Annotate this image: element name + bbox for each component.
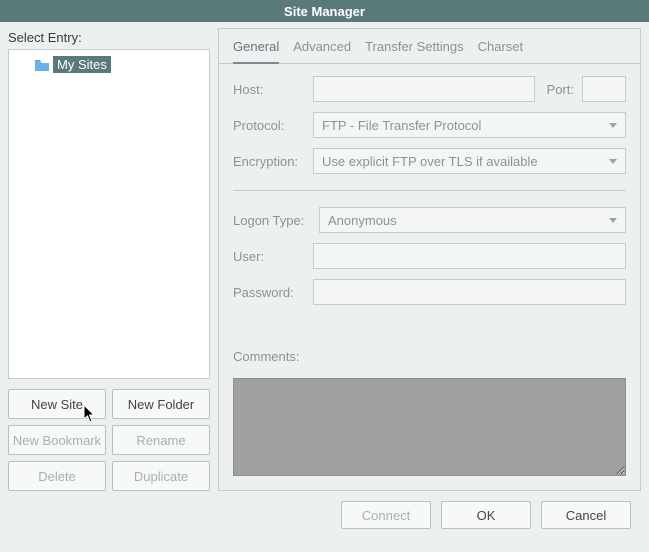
password-input[interactable] — [313, 279, 626, 305]
protocol-value: FTP - File Transfer Protocol — [322, 118, 481, 133]
folder-icon — [35, 59, 49, 71]
tab-transfer-settings[interactable]: Transfer Settings — [365, 39, 464, 63]
password-label: Password: — [233, 285, 305, 300]
user-input[interactable] — [313, 243, 626, 269]
window-title: Site Manager — [284, 4, 365, 19]
tree-root-label: My Sites — [53, 56, 111, 73]
site-tree[interactable]: My Sites — [8, 49, 210, 379]
protocol-select[interactable]: FTP - File Transfer Protocol — [313, 112, 626, 138]
general-form: Host: Port: Protocol: FTP - File Transfe… — [219, 64, 640, 490]
new-bookmark-button[interactable]: New Bookmark — [8, 425, 106, 455]
delete-button[interactable]: Delete — [8, 461, 106, 491]
ok-button[interactable]: OK — [441, 501, 531, 529]
new-site-button[interactable]: New Site — [8, 389, 106, 419]
encryption-label: Encryption: — [233, 154, 305, 169]
rename-button[interactable]: Rename — [112, 425, 210, 455]
chevron-down-icon — [609, 159, 617, 164]
port-input[interactable] — [582, 76, 626, 102]
chevron-down-icon — [609, 218, 617, 223]
logon-type-label: Logon Type: — [233, 213, 311, 228]
right-panel: General Advanced Transfer Settings Chars… — [218, 28, 641, 491]
connect-button[interactable]: Connect — [341, 501, 431, 529]
new-folder-button[interactable]: New Folder — [112, 389, 210, 419]
logon-type-value: Anonymous — [328, 213, 397, 228]
title-bar: Site Manager — [0, 0, 649, 22]
tab-advanced[interactable]: Advanced — [293, 39, 351, 63]
tab-general[interactable]: General — [233, 39, 279, 64]
encryption-select[interactable]: Use explicit FTP over TLS if available — [313, 148, 626, 174]
comments-textarea[interactable] — [233, 378, 626, 476]
comments-label: Comments: — [233, 349, 626, 364]
chevron-down-icon — [609, 123, 617, 128]
port-label: Port: — [547, 82, 574, 97]
tab-charset[interactable]: Charset — [478, 39, 524, 63]
encryption-value: Use explicit FTP over TLS if available — [322, 154, 538, 169]
user-label: User: — [233, 249, 305, 264]
entry-buttons: New Site New Folder New Bookmark Rename … — [8, 389, 210, 491]
duplicate-button[interactable]: Duplicate — [112, 461, 210, 491]
tab-bar: General Advanced Transfer Settings Chars… — [219, 29, 640, 64]
separator — [233, 190, 626, 191]
dialog-body: Select Entry: My Sites New Site New Fold… — [0, 22, 649, 537]
cancel-button[interactable]: Cancel — [541, 501, 631, 529]
host-input[interactable] — [313, 76, 535, 102]
tree-root-item[interactable]: My Sites — [35, 56, 201, 73]
select-entry-label: Select Entry: — [8, 28, 210, 49]
protocol-label: Protocol: — [233, 118, 305, 133]
left-panel: Select Entry: My Sites New Site New Fold… — [8, 28, 210, 491]
host-label: Host: — [233, 82, 305, 97]
dialog-footer: Connect OK Cancel — [8, 491, 641, 529]
logon-type-select[interactable]: Anonymous — [319, 207, 626, 233]
